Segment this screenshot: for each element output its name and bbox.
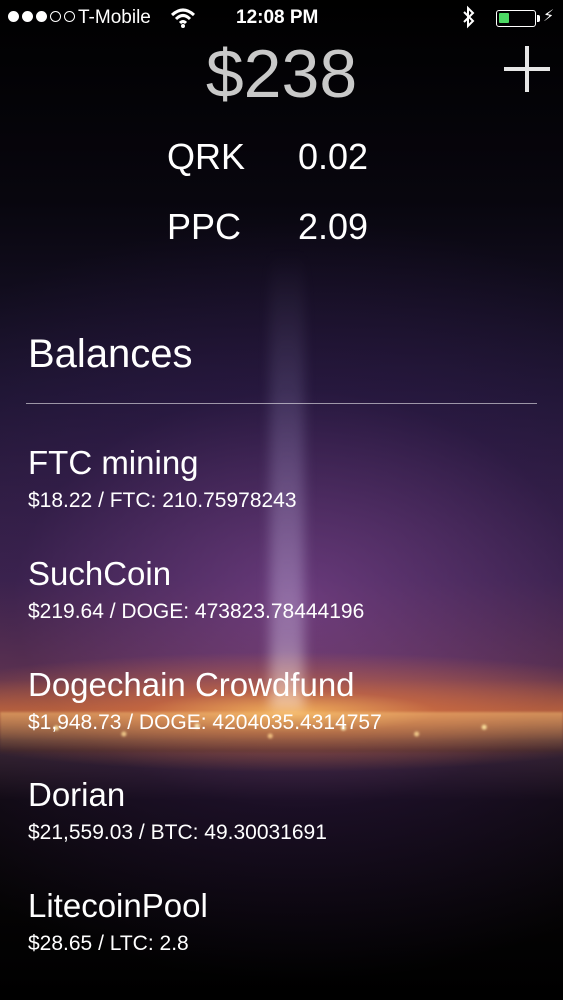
balance-detail: $1,948.73 / DOGE: 4204035.4314757	[28, 711, 382, 734]
balance-name: Dogechain Crowdfund	[28, 666, 355, 703]
charging-icon: ⚡	[543, 8, 555, 25]
balance-item[interactable]: FTC mining $18.22 / FTC: 210.75978243	[28, 444, 548, 514]
carrier-label: T-Mobile	[78, 7, 151, 28]
balance-name: FTC mining	[28, 444, 199, 481]
balance-name: SuchCoin	[28, 555, 172, 592]
balance-detail: $18.22 / FTC: 210.75978243	[28, 489, 297, 512]
rate-value: 0.02	[298, 136, 369, 177]
balance-detail: $21,559.03 / BTC: 49.30031691	[28, 821, 327, 844]
balance-name: LitecoinPool	[28, 887, 208, 924]
signal-strength-icon	[8, 11, 75, 22]
battery-level	[499, 13, 509, 23]
balance-detail: $219.64 / DOGE: 473823.78444196	[28, 600, 365, 623]
screen: T-Mobile 12:08 PM ⚡ $238 QRK 0.02 PPC 2.…	[0, 0, 563, 1000]
rate-symbol: QRK	[167, 136, 246, 177]
bluetooth-icon	[462, 5, 476, 35]
balance-item[interactable]: Dogechain Crowdfund $1,948.73 / DOGE: 42…	[28, 666, 548, 736]
balance-item[interactable]: LitecoinPool $28.65 / LTC: 2.8	[28, 887, 548, 957]
rate-value: 2.09	[298, 206, 369, 247]
status-time: 12:08 PM	[236, 7, 319, 28]
balance-detail: $28.65 / LTC: 2.8	[28, 932, 189, 955]
status-bar: T-Mobile 12:08 PM ⚡	[0, 0, 563, 36]
wifi-icon	[170, 7, 196, 35]
battery-icon	[496, 10, 536, 27]
total-balance: $238	[205, 36, 358, 112]
balance-item[interactable]: SuchCoin $219.64 / DOGE: 473823.78444196	[28, 555, 548, 625]
divider	[26, 403, 537, 404]
balance-name: Dorian	[28, 776, 126, 813]
balances-heading: Balances	[28, 332, 193, 376]
add-button[interactable]	[500, 42, 556, 98]
rate-symbol: PPC	[167, 206, 242, 247]
balance-item[interactable]: Dorian $21,559.03 / BTC: 49.30031691	[28, 776, 548, 846]
